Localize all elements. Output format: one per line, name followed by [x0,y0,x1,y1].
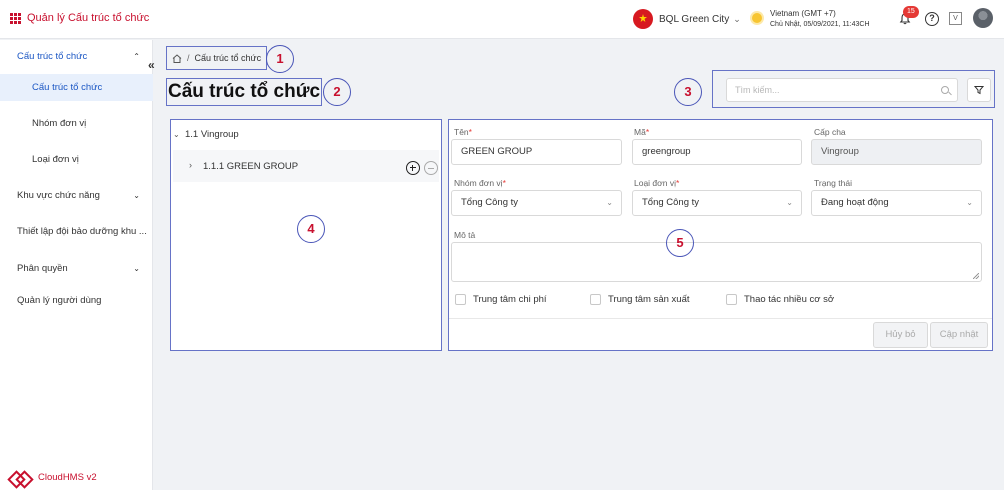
sun-icon [752,13,762,23]
tree-node-label: 1.1 Vingroup [185,129,239,140]
sidebar-item-label: Khu vực chức năng [17,190,100,201]
search-input[interactable] [726,78,958,102]
footer-brand: CloudHMS v2 [10,472,97,483]
sidebar-group-functional-area[interactable]: Khu vực chức năng [17,190,100,201]
chevron-down-icon[interactable]: ⌄ [173,130,185,139]
chevron-down-icon: ⌄ [606,198,613,207]
tree-node-label: 1.1.1 GREEN GROUP [203,161,299,172]
breadcrumb-separator: / [187,53,190,63]
update-button[interactable]: Cập nhật [930,322,988,348]
checkbox-label: Trung tâm chi phí [473,294,547,305]
status-label: Trạng thái [814,178,852,188]
description-label: Mô tả [454,230,476,240]
apps-grid-icon[interactable] [10,12,21,24]
chevron-down-icon[interactable]: ⌄ [133,191,140,200]
timezone-text: Vietnam (GMT +7) [770,9,836,18]
resize-handle-icon[interactable] [973,273,979,279]
sidebar-group-permissions[interactable]: Phân quyền [17,263,68,274]
breadcrumb: / Cấu trúc tổ chức [166,46,267,70]
home-icon[interactable] [172,53,182,63]
description-textarea[interactable] [451,242,982,282]
sidebar-item-label: Cấu trúc tổ chức [17,51,88,62]
parent-label: Cấp cha [814,127,846,137]
form-divider [449,318,992,319]
app-title-text: Quản lý Cấu trúc tổ chức [27,12,150,24]
datetime-text: Chủ Nhật, 05/09/2021, 11:43CH [770,21,870,28]
unit-group-label: Nhóm đơn vị* [454,178,506,188]
callout-4: 4 [297,215,325,243]
code-label: Mã* [634,127,650,137]
checkbox[interactable] [590,294,601,305]
sidebar-item-unit-type[interactable]: Loại đơn vị [0,146,153,173]
callout-1: 1 [266,45,294,73]
add-node-icon[interactable] [406,161,420,175]
unit-group-select[interactable]: Tổng Công ty ⌄ [451,190,622,216]
cloudhms-logo-icon [10,473,28,483]
sidebar-item-maintenance-team[interactable]: Thiết lập đội bảo dưỡng khu ... [17,226,147,237]
remove-node-icon[interactable] [424,161,438,175]
sidebar-item-label: Phân quyền [17,263,68,274]
chevron-down-icon: ⌄ [786,198,793,207]
checkbox-label: Thao tác nhiều cơ sở [744,294,835,305]
sidebar-item-label: Quản lý người dùng [17,295,102,306]
sidebar-item-user-management[interactable]: Quản lý người dùng [17,295,101,306]
status-value: Đang hoạt động [821,197,889,208]
name-field[interactable]: GREEN GROUP [451,139,622,165]
filter-icon [974,86,984,95]
app-title[interactable]: Quản lý Cấu trúc tổ chức [10,12,149,24]
org-selector[interactable]: BQL Green City ⌄ [633,9,741,29]
collapse-sidebar-icon[interactable]: « [148,58,155,72]
parent-field: Vingroup [811,139,982,165]
checkbox-production-center[interactable]: Trung tâm sản xuất [590,294,690,305]
top-header: Quản lý Cấu trúc tổ chức BQL Green City … [0,0,1004,39]
user-avatar[interactable] [973,8,993,28]
checkbox-label: Trung tâm sản xuất [608,294,690,305]
filter-button[interactable] [967,78,991,102]
checkbox-multi-site[interactable]: Thao tác nhiều cơ sở [726,294,834,305]
sidebar-group-org-structure[interactable]: Cấu trúc tổ chức [17,51,87,62]
chevron-right-icon[interactable]: › [189,160,192,170]
breadcrumb-current: Cấu trúc tổ chức [194,53,262,63]
sidebar-item-unit-group[interactable]: Nhóm đơn vị [0,110,153,137]
notification-badge: 15 [903,6,919,18]
cancel-button[interactable]: Hủy bỏ [873,322,928,348]
checkbox[interactable] [455,294,466,305]
callout-2: 2 [323,78,351,106]
sidebar: Cấu trúc tổ chức ⌃ Cấu trúc tổ chức Nhóm… [0,40,153,490]
code-field[interactable]: greengroup [632,139,802,165]
sidebar-item-org-structure[interactable]: Cấu trúc tổ chức [0,74,153,101]
search-icon[interactable] [941,86,949,94]
page-title: Cấu trúc tổ chức [166,78,322,106]
tree-node-root[interactable]: ⌄ 1.1 Vingroup [173,129,239,140]
chevron-down-icon: ⌄ [966,198,973,207]
chevron-down-icon: ⌄ [733,13,741,24]
chevron-down-icon[interactable]: ⌄ [133,264,140,273]
name-label: Tên* [454,127,472,137]
unit-group-value: Tổng Công ty [461,197,519,208]
checkbox[interactable] [726,294,737,305]
checkbox-cost-center[interactable]: Trung tâm chi phí [455,294,547,305]
chevron-up-icon[interactable]: ⌃ [133,52,140,61]
sidebar-item-label: Thiết lập đội bảo dưỡng khu ... [17,226,147,237]
org-logo-icon [633,9,653,29]
status-select[interactable]: Đang hoạt động ⌄ [811,190,982,216]
language-icon[interactable]: V [949,12,962,25]
callout-5: 5 [666,229,694,257]
unit-type-select[interactable]: Tổng Công ty ⌄ [632,190,802,216]
org-name: BQL Green City [659,13,730,25]
help-icon[interactable]: ? [925,12,939,26]
unit-type-label: Loại đơn vị* [634,178,680,188]
callout-3: 3 [674,78,702,106]
unit-type-value: Tổng Công ty [642,197,700,208]
tree-node-child[interactable]: › 1.1.1 GREEN GROUP [173,150,439,182]
footer-brand-text: CloudHMS v2 [38,472,97,483]
